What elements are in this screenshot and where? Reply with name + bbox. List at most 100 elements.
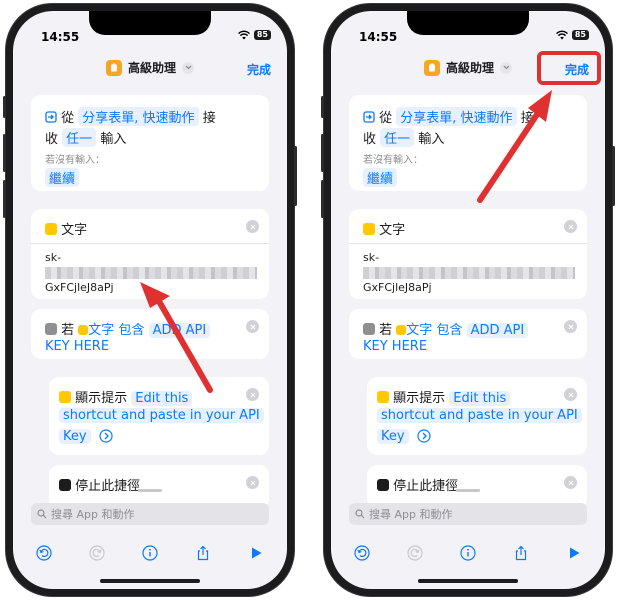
redo-icon[interactable] xyxy=(88,544,106,562)
if-variable-token[interactable]: 文字 xyxy=(406,323,432,338)
done-button-highlight xyxy=(537,51,601,85)
show-alert-action[interactable]: 顯示提示 Edit this shortcut and paste in you… xyxy=(367,377,587,455)
redacted-api-key xyxy=(45,267,257,279)
phone-left: 14:55 85 高級助理 完成 從 分享表單, 快速動作 接 收 任一 輸入 … xyxy=(3,4,297,596)
remove-action-icon[interactable] xyxy=(564,476,577,489)
remove-action-icon[interactable] xyxy=(246,476,259,489)
shortcut-title: 高級助理 xyxy=(127,61,177,75)
if-line-1: 若 文字 包含 ADD API xyxy=(363,319,573,338)
remove-action-icon[interactable] xyxy=(564,320,577,333)
battery-indicator: 85 xyxy=(253,30,271,40)
show-alert-action[interactable]: 顯示提示 Edit this shortcut and paste in you… xyxy=(49,377,269,455)
notch xyxy=(89,11,211,35)
divider xyxy=(349,243,587,244)
if-action-icon xyxy=(45,323,57,335)
text-action-title: 文字 xyxy=(379,223,406,238)
text-line-3[interactable]: GxFCjleJ8aPj xyxy=(363,281,573,294)
receive-line2-suffix: 輸入 xyxy=(418,132,445,147)
shortcut-title-menu[interactable]: 高級助理 xyxy=(423,59,513,76)
play-icon[interactable] xyxy=(565,544,583,562)
info-icon[interactable] xyxy=(459,544,477,562)
chevron-down-icon xyxy=(182,61,195,74)
undo-icon[interactable] xyxy=(353,544,371,562)
alert-text-token[interactable]: Edit this xyxy=(131,391,193,406)
if-operator-token[interactable]: 包含 xyxy=(436,323,462,338)
notch xyxy=(407,11,529,35)
text-variable-icon xyxy=(396,325,407,335)
undo-icon[interactable] xyxy=(35,544,53,562)
alert-line-3: Key xyxy=(377,429,573,444)
alert-line-2: shortcut and paste in your API xyxy=(59,408,264,423)
shortcut-app-icon xyxy=(105,59,122,76)
alert-text-token[interactable]: Edit this xyxy=(449,391,511,406)
redo-icon[interactable] xyxy=(406,544,424,562)
sheet-grabber[interactable] xyxy=(456,489,480,492)
receive-line-2: 收 任一 輸入 xyxy=(363,128,573,147)
screen: 14:55 85 高級助理 完成 從 分享表單, 快速動作 接 收 任一 輸入 … xyxy=(331,11,605,589)
if-action-icon xyxy=(363,323,375,335)
info-icon[interactable] xyxy=(141,544,159,562)
sheet-grabber[interactable] xyxy=(138,489,162,492)
side-button xyxy=(321,96,324,118)
input-sources-token[interactable]: 分享表單, 快速動作 xyxy=(396,107,517,126)
shortcut-title-menu[interactable]: 高級助理 xyxy=(105,59,195,76)
receive-line-1: 從 分享表單, 快速動作 接 xyxy=(45,107,255,126)
alert-text-token-end[interactable]: Key xyxy=(377,429,409,444)
continue-token[interactable]: 繼續 xyxy=(363,168,398,187)
receive-suffix: 接 xyxy=(202,111,216,126)
receive-input-action[interactable]: 從 分享表單, 快速動作 接 收 任一 輸入 若沒有輸入： 繼續 xyxy=(31,95,269,191)
remove-action-icon[interactable] xyxy=(564,388,577,401)
if-variable-token[interactable]: 文字 xyxy=(88,323,114,338)
text-action[interactable]: 文字 sk- GxFCjleJ8aPj xyxy=(31,209,269,299)
share-icon[interactable] xyxy=(194,544,212,562)
input-type-token[interactable]: 任一 xyxy=(62,128,97,147)
if-line-2: KEY HERE xyxy=(363,339,573,354)
stop-title: 停止此捷徑 xyxy=(75,479,141,494)
text-line-3[interactable]: GxFCjleJ8aPj xyxy=(45,281,255,294)
text-line-1[interactable]: sk- xyxy=(45,251,255,264)
share-icon[interactable] xyxy=(512,544,530,562)
text-line-1[interactable]: sk- xyxy=(363,251,573,264)
if-value-token-cont[interactable]: KEY HERE xyxy=(45,339,109,354)
remove-action-icon[interactable] xyxy=(246,320,259,333)
screen: 14:55 85 高級助理 完成 從 分享表單, 快速動作 接 收 任一 輸入 … xyxy=(13,11,287,589)
receive-input-action[interactable]: 從 分享表單, 快速動作 接 收 任一 輸入 若沒有輸入： 繼續 xyxy=(349,95,587,191)
search-placeholder: 搜尋 App 和動作 xyxy=(51,508,135,521)
if-value-token-cont[interactable]: KEY HERE xyxy=(363,339,427,354)
search-field[interactable]: 搜尋 App 和動作 xyxy=(349,503,587,525)
remove-action-icon[interactable] xyxy=(246,220,259,233)
receive-suffix: 接 xyxy=(520,111,534,126)
if-operator-token[interactable]: 包含 xyxy=(118,323,144,338)
continue-token[interactable]: 繼續 xyxy=(45,168,80,187)
input-type-token[interactable]: 任一 xyxy=(380,128,415,147)
receive-line2-prefix: 收 xyxy=(45,132,59,147)
receive-prefix: 從 xyxy=(61,111,75,126)
receive-line-2: 收 任一 輸入 xyxy=(45,128,255,147)
remove-action-icon[interactable] xyxy=(564,220,577,233)
no-input-label: 若沒有輸入： xyxy=(363,155,423,166)
wifi-icon xyxy=(237,30,250,40)
alert-text-token-cont[interactable]: shortcut and paste in your API xyxy=(59,408,264,423)
search-field[interactable]: 搜尋 App 和動作 xyxy=(31,503,269,525)
chevron-right-circle-icon[interactable] xyxy=(99,429,113,443)
text-action[interactable]: 文字 sk- GxFCjleJ8aPj xyxy=(349,209,587,299)
remove-action-icon[interactable] xyxy=(246,388,259,401)
if-value-token[interactable]: ADD API xyxy=(466,323,529,338)
power-button xyxy=(612,146,615,206)
status-time: 14:55 xyxy=(41,30,80,44)
if-action[interactable]: 若 文字 包含 ADD API KEY HERE xyxy=(31,309,269,359)
input-sources-token[interactable]: 分享表單, 快速動作 xyxy=(78,107,199,126)
home-indicator xyxy=(100,579,200,583)
text-action-title: 文字 xyxy=(61,223,88,238)
volume-down-button xyxy=(3,180,6,218)
play-icon[interactable] xyxy=(247,544,265,562)
alert-text-token-cont[interactable]: shortcut and paste in your API xyxy=(377,408,582,423)
if-value-token[interactable]: ADD API xyxy=(148,323,211,338)
done-button[interactable]: 完成 xyxy=(247,61,271,78)
no-input-row: 繼續 xyxy=(363,168,573,187)
chevron-right-circle-icon[interactable] xyxy=(417,429,431,443)
bottom-toolbar xyxy=(35,541,265,565)
bottom-toolbar xyxy=(353,541,583,565)
alert-text-token-end[interactable]: Key xyxy=(59,429,91,444)
if-action[interactable]: 若 文字 包含 ADD API KEY HERE xyxy=(349,309,587,359)
